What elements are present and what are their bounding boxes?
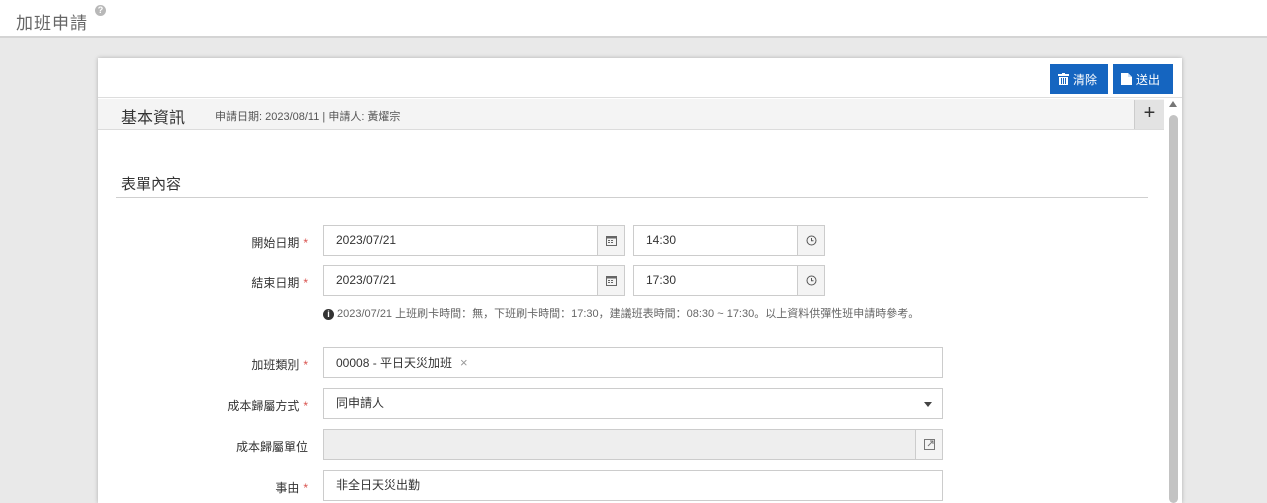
overtime-type-tag: 00008 - 平日天災加班: [336, 356, 453, 370]
scroll-up-icon[interactable]: [1169, 101, 1177, 107]
required-mark: *: [303, 399, 308, 413]
basic-info-header: 基本資訊 申請日期: 2023/08/11 | 申請人: 黃燿宗: [98, 99, 1164, 130]
scrollbar[interactable]: [1166, 99, 1182, 503]
start-date-label: 開始日期 *: [251, 236, 308, 250]
document-icon: [1121, 73, 1132, 85]
form-title: 表單內容: [121, 176, 182, 193]
info-icon: i: [323, 309, 334, 320]
trash-icon: [1058, 73, 1069, 85]
remove-tag-icon[interactable]: ×: [460, 355, 468, 370]
form-card: 清除 送出 基本資訊 申請日期: 2023/08/11 | 申請人: 黃燿宗 +…: [98, 58, 1182, 503]
divider: [116, 197, 1148, 198]
section-title: 基本資訊: [121, 110, 186, 127]
scroll-thumb[interactable]: [1169, 115, 1178, 503]
top-bar: 加班申請 ?: [0, 0, 1267, 38]
cost-unit-label: 成本歸屬單位: [235, 440, 308, 454]
end-time-input[interactable]: 17:30: [633, 265, 825, 296]
cost-unit-input: [323, 429, 943, 460]
reason-input[interactable]: 非全日天災出勤: [323, 470, 943, 501]
toolbar: 清除 送出: [98, 58, 1182, 98]
send-label: 送出: [1136, 72, 1161, 87]
section-meta: 申請日期: 2023/08/11 | 申請人: 黃燿宗: [215, 111, 401, 123]
expand-button[interactable]: +: [1134, 100, 1164, 129]
clear-button[interactable]: 清除: [1050, 64, 1108, 94]
overtime-type-select[interactable]: 00008 - 平日天災加班 ×: [323, 347, 943, 378]
start-date-input[interactable]: 2023/07/21: [323, 225, 625, 256]
overtime-type-label: 加班類別 *: [251, 358, 308, 372]
clear-label: 清除: [1073, 72, 1098, 87]
cost-method-label: 成本歸屬方式 *: [227, 399, 308, 413]
reason-label: 事由 *: [275, 481, 308, 495]
attendance-hint: i 2023/07/21 上班刷卡時間：無，下班刷卡時間：17:30，建議班表時間…: [323, 308, 948, 320]
clock-icon[interactable]: [797, 225, 825, 256]
required-mark: *: [303, 358, 308, 372]
clock-icon[interactable]: [797, 265, 825, 296]
calendar-icon[interactable]: [597, 225, 625, 256]
chevron-down-icon[interactable]: [924, 402, 932, 407]
calendar-icon[interactable]: [597, 265, 625, 296]
page-title: 加班申請: [16, 14, 88, 33]
start-time-input[interactable]: 14:30: [633, 225, 825, 256]
required-mark: *: [303, 481, 308, 495]
cost-method-select[interactable]: 同申請人: [323, 388, 943, 419]
end-date-input[interactable]: 2023/07/21: [323, 265, 625, 296]
help-icon[interactable]: ?: [95, 5, 106, 16]
end-date-label: 結束日期 *: [251, 276, 308, 290]
external-link-icon[interactable]: [915, 429, 943, 460]
required-mark: *: [303, 236, 308, 250]
send-button[interactable]: 送出: [1113, 64, 1173, 94]
required-mark: *: [303, 276, 308, 290]
